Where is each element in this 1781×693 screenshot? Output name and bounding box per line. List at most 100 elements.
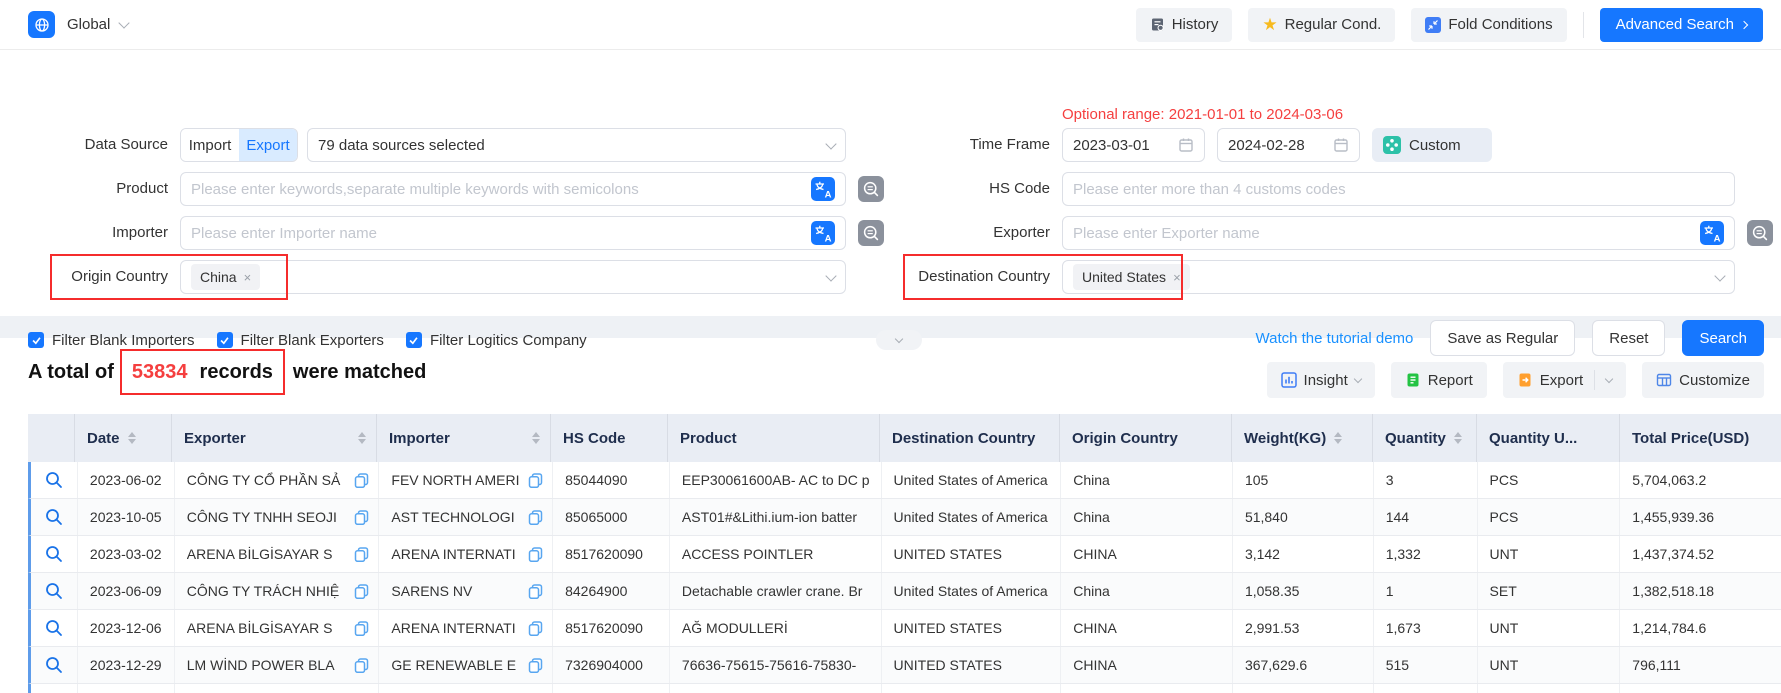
remove-tag-icon[interactable]: ×: [1173, 270, 1181, 285]
translate-icon[interactable]: A: [811, 177, 835, 201]
cell-text: China: [1073, 583, 1232, 599]
history-button[interactable]: History: [1136, 8, 1233, 42]
view-detail-magnifier-icon[interactable]: [45, 619, 63, 637]
cell-quantity_unit: PCS: [1478, 499, 1621, 535]
copy-icon[interactable]: [528, 473, 543, 488]
importer-input[interactable]: Please enter Importer name A: [180, 216, 846, 250]
cell-text: AST TECHNOLOGI: [391, 509, 524, 525]
cell-date: 2023-12-06: [78, 610, 175, 646]
hs-code-input[interactable]: Please enter more than 4 customs codes: [1062, 172, 1735, 206]
view-detail-magnifier-icon[interactable]: [45, 656, 63, 674]
chevron-down-icon: [1354, 374, 1362, 382]
cell-exporter: CÔNG TY TNHH SEOJI: [175, 499, 380, 535]
cell-text: 796,111: [1632, 657, 1781, 673]
column-header-exporter[interactable]: Exporter: [172, 414, 377, 462]
cell-text: UNITED STATES: [894, 620, 1061, 636]
report-icon: [1405, 372, 1421, 388]
destination-country-select[interactable]: United States ×: [1062, 260, 1735, 294]
tutorial-link[interactable]: Watch the tutorial demo: [1256, 330, 1414, 347]
results-section: A total of 53834 records were matched In…: [0, 348, 1781, 693]
cell-date: 2023-06-09: [78, 573, 175, 609]
copy-icon[interactable]: [354, 473, 369, 488]
export-toggle[interactable]: Export: [239, 129, 297, 161]
copy-icon[interactable]: [528, 510, 543, 525]
cell-text: ARENA INTERNATI: [391, 620, 524, 636]
table-row: 2023-06-09CÔNG TY TRÁCH NHIỆSARENS NV842…: [28, 573, 1781, 610]
date-to-input[interactable]: 2024-02-28: [1217, 128, 1360, 162]
region-selector[interactable]: Global: [67, 16, 128, 33]
cell-total_price: 796,111: [1620, 647, 1781, 683]
custom-range-button[interactable]: Custom: [1372, 128, 1492, 162]
top-bar: Global History ★ Regular Cond. Fold Cond…: [0, 0, 1781, 50]
exporter-input[interactable]: Please enter Exporter name A: [1062, 216, 1735, 250]
fold-conditions-button[interactable]: Fold Conditions: [1411, 8, 1566, 42]
data-sources-select[interactable]: 79 data sources selected: [307, 128, 846, 162]
svg-text:A: A: [825, 190, 832, 201]
sort-icon[interactable]: [128, 432, 136, 444]
column-header-importer[interactable]: Importer: [377, 414, 551, 462]
filter-logistics-company-checkbox[interactable]: Filter Logitics Company: [406, 332, 587, 349]
filter-blank-exporters-checkbox[interactable]: Filter Blank Exporters: [217, 332, 384, 349]
cell-text: 1: [1386, 583, 1477, 599]
view-detail-magnifier-icon[interactable]: [45, 508, 63, 526]
remove-tag-icon[interactable]: ×: [244, 270, 252, 285]
copy-icon[interactable]: [354, 584, 369, 599]
insight-button[interactable]: Insight: [1267, 362, 1375, 398]
product-exact-match-icon[interactable]: [858, 176, 884, 202]
copy-icon[interactable]: [354, 510, 369, 525]
copy-icon[interactable]: [528, 584, 543, 599]
destination-country-tag: United States ×: [1073, 264, 1190, 290]
import-toggle[interactable]: Import: [181, 129, 239, 161]
column-header-quantity[interactable]: Quantity: [1373, 414, 1477, 462]
cell-exporter: CÔNG TY CỔ PHẦN SẢ: [175, 462, 380, 498]
chevron-down-icon: [825, 138, 836, 149]
origin-country-select[interactable]: China ×: [180, 260, 846, 294]
copy-icon[interactable]: [354, 547, 369, 562]
regular-cond-button[interactable]: ★ Regular Cond.: [1248, 8, 1395, 42]
view-detail-magnifier-icon[interactable]: [45, 582, 63, 600]
product-input[interactable]: Please enter keywords,separate multiple …: [180, 172, 846, 206]
cell-text: CÔNG TY TRÁCH NHIỆ: [187, 583, 351, 599]
cell-text: 85065000: [565, 509, 669, 525]
customize-icon: [1656, 372, 1672, 388]
column-label: Weight(KG): [1244, 430, 1326, 447]
cell-text: CÔNG TY TNHH SEOJI: [187, 509, 351, 525]
filter-blank-importers-checkbox[interactable]: Filter Blank Importers: [28, 332, 195, 349]
exporter-exact-match-icon[interactable]: [1747, 220, 1773, 246]
export-button[interactable]: Export: [1503, 362, 1626, 398]
table-header-row: DateExporterImporterHS CodeProductDestin…: [28, 414, 1781, 462]
translate-icon[interactable]: A: [811, 221, 835, 245]
cell-importer: AST TECHNOLOGI: [379, 499, 553, 535]
importer-exact-match-icon[interactable]: [858, 220, 884, 246]
view-detail-magnifier-icon[interactable]: [45, 471, 63, 489]
cell-text: 367,629.6: [1245, 657, 1373, 673]
cell-total_price: 1,455,939.36: [1620, 499, 1781, 535]
customize-button[interactable]: Customize: [1642, 362, 1764, 398]
star-icon: ★: [1262, 16, 1277, 33]
column-header-weight[interactable]: Weight(KG): [1232, 414, 1373, 462]
advanced-search-button[interactable]: Advanced Search: [1600, 8, 1763, 42]
sort-icon[interactable]: [532, 432, 540, 444]
cell-destination_country: United States of America: [882, 499, 1062, 535]
globe-icon: [34, 17, 50, 33]
sort-icon[interactable]: [358, 432, 366, 444]
date-from-input[interactable]: 2023-03-01: [1062, 128, 1205, 162]
report-button[interactable]: Report: [1391, 362, 1487, 398]
copy-icon[interactable]: [528, 547, 543, 562]
arrow-right-icon: [1740, 20, 1748, 28]
copy-icon[interactable]: [354, 621, 369, 636]
cell-origin_country: [1061, 684, 1233, 693]
view-detail-magnifier-icon[interactable]: [45, 545, 63, 563]
collapse-form-button[interactable]: [876, 330, 922, 350]
copy-icon[interactable]: [354, 658, 369, 673]
translate-icon[interactable]: A: [1700, 221, 1724, 245]
column-label: Destination Country: [892, 430, 1035, 447]
column-header-date[interactable]: Date: [75, 414, 172, 462]
sort-icon[interactable]: [1454, 432, 1462, 444]
chevron-down-icon[interactable]: [1605, 374, 1613, 382]
cell-text: 1,673: [1386, 620, 1477, 636]
copy-icon[interactable]: [528, 658, 543, 673]
calendar-icon: [1178, 137, 1194, 153]
sort-icon[interactable]: [1334, 432, 1342, 444]
copy-icon[interactable]: [528, 621, 543, 636]
